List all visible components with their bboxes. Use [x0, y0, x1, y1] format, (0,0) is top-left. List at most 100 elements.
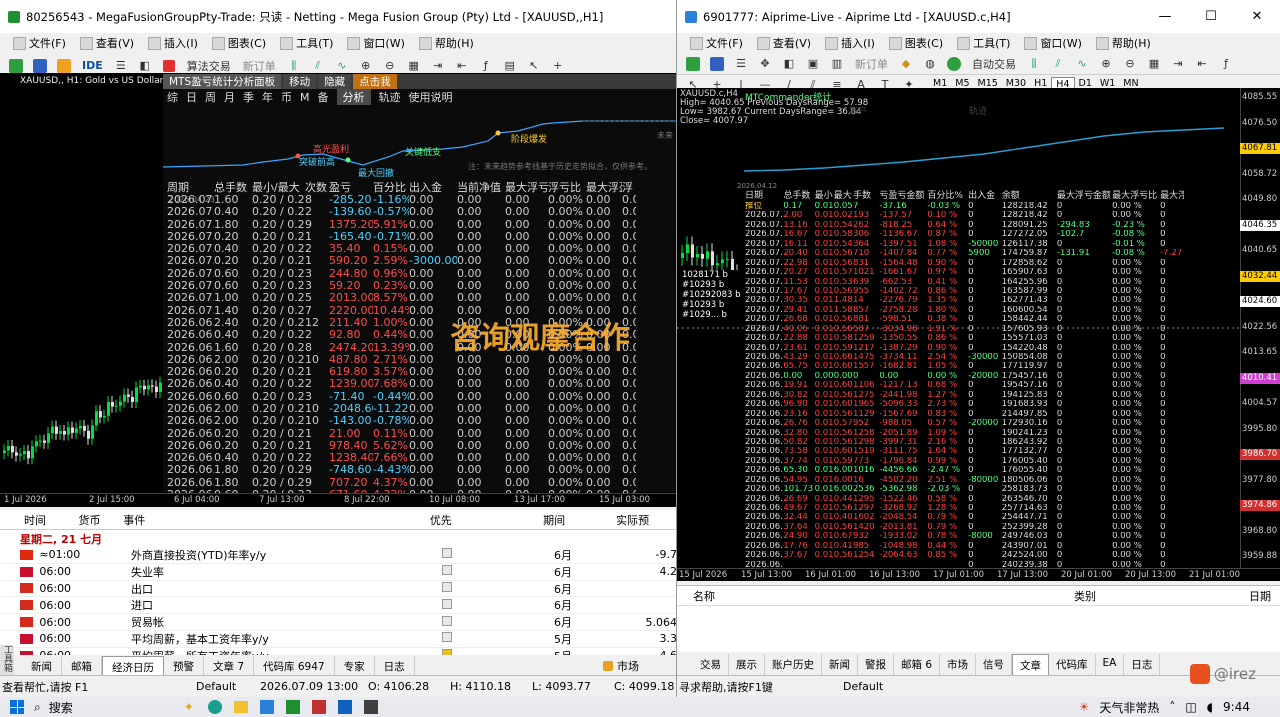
calendar-column-header[interactable]: 实际 [565, 512, 638, 528]
metatrader5-icon[interactable] [285, 700, 300, 714]
clock[interactable]: 9:44 [1223, 700, 1250, 714]
mts-subtab[interactable]: 日 [182, 89, 201, 105]
bottom-tab[interactable]: 交易 [693, 654, 729, 676]
calendar-column-header[interactable]: 预 [638, 512, 676, 528]
calendar-column-header[interactable]: 优先 [430, 512, 500, 528]
menu-item[interactable]: 图表(C) [205, 35, 273, 51]
calendar-event-row[interactable]: 06:00 平均周薪，基本工资年率y/y 5月 3.3 [0, 631, 676, 648]
col-date[interactable]: 日期 [1249, 588, 1271, 604]
menu-item[interactable]: 帮助(H) [412, 35, 481, 51]
bottom-tab[interactable]: 展示 [729, 654, 765, 676]
market-watch-icon[interactable]: ☰ [731, 54, 751, 74]
tester-icon[interactable]: ▥ [827, 54, 847, 74]
indicators-icon[interactable]: ƒ [1216, 54, 1236, 74]
weather-icon[interactable]: ☀ [1079, 700, 1090, 714]
menu-item[interactable]: 帮助(H) [1089, 35, 1158, 51]
mts-subtab[interactable]: M [296, 91, 314, 104]
menu-item[interactable]: 文件(F) [683, 35, 750, 51]
mts-subtab[interactable]: 月 [220, 89, 239, 105]
app-icon-4[interactable] [363, 700, 378, 714]
menu-item[interactable]: 窗口(W) [340, 35, 411, 51]
left-chart[interactable]: XAUUSD,, H1: Gold vs US Dollar / Sp MTS盈… [0, 73, 676, 507]
maximize-button[interactable]: ☐ [1188, 9, 1234, 24]
mts-tab[interactable]: 移动 [283, 74, 317, 89]
autoscroll-icon[interactable]: ⇤ [1192, 54, 1212, 74]
metatrader-icon[interactable] [259, 700, 274, 714]
calendar-event-row[interactable]: 06:00平均周薪，所有工资年率y/y 5月4.6 [0, 648, 676, 655]
mts-subtab[interactable]: 备 [314, 89, 333, 105]
mts-tab[interactable]: 点击我 [353, 74, 397, 89]
menu-item[interactable]: 插入(I) [818, 35, 882, 51]
new-chart-icon[interactable] [683, 54, 703, 74]
app-icon-2[interactable] [311, 700, 326, 714]
candle-icon[interactable]: ⫽ [1048, 54, 1068, 74]
taskbar-search[interactable]: 搜索 [49, 699, 184, 716]
calendar-event-row[interactable]: 06:00 进口 6月 [0, 597, 676, 615]
bottom-tab[interactable]: EA [1096, 654, 1125, 676]
market-button[interactable]: 市场 [603, 658, 639, 674]
zoom-in-icon[interactable]: ⊕ [1096, 54, 1116, 74]
bottom-tab[interactable]: 信号 [976, 654, 1013, 676]
mts-subtab[interactable]: 周 [201, 89, 220, 105]
mts-subtab[interactable]: 币 [277, 89, 296, 105]
calendar-event-row[interactable]: ≈01:00 外商直接投资(YTD)年率y/y 6月 -9.7 [0, 547, 676, 564]
start-icon[interactable] [10, 700, 24, 714]
mts-subtab[interactable]: 分析 [336, 89, 371, 105]
bottom-tab[interactable]: 邮箱 6 [894, 654, 941, 676]
weather-text[interactable]: 天气非常热 [1099, 699, 1159, 716]
file-explorer-icon[interactable] [233, 701, 248, 713]
volume-icon[interactable]: ◖ [1207, 700, 1213, 714]
bottom-tab[interactable]: 日志 [1124, 654, 1161, 676]
menu-item[interactable]: 文件(F) [6, 35, 73, 51]
tile-icon[interactable]: ▦ [1144, 54, 1164, 74]
zoom-out-icon[interactable]: ⊖ [1120, 54, 1140, 74]
autotrade-icon[interactable] [944, 54, 964, 74]
globe-icon[interactable]: ◍ [920, 54, 940, 74]
calendar-column-header[interactable]: 时间 [0, 512, 79, 528]
col-name[interactable]: 名称 [677, 588, 1074, 604]
bottom-tab[interactable]: 代码库 [1049, 654, 1096, 676]
bottom-tab[interactable]: 市场 [940, 654, 977, 676]
mts-subtab[interactable]: 使用说明 [405, 89, 457, 105]
mts-subtab[interactable]: 轨迹 [375, 89, 405, 105]
tray-arrow-icon[interactable]: ˄ [1169, 700, 1175, 714]
bottom-tab[interactable]: 账户历史 [765, 654, 822, 676]
calendar-event-row[interactable]: 06:00 失业率 6月 4.2 [0, 564, 676, 581]
search-icon[interactable]: ⌕ [34, 700, 41, 715]
col-category[interactable]: 类别 [1074, 588, 1249, 604]
right-chart[interactable]: XAUUSD.c,H4 High= 4040.65 Previous DaysR… [677, 88, 1280, 581]
menu-item[interactable]: 工具(T) [273, 35, 340, 51]
bottom-tab[interactable]: 新闻 [822, 654, 858, 676]
line-chart-icon[interactable]: ∿ [1072, 54, 1092, 74]
terminal-icon[interactable]: ▣ [803, 54, 823, 74]
bottom-tab[interactable]: 警报 [858, 654, 894, 676]
menu-item[interactable]: 插入(I) [141, 35, 205, 51]
calendar-event-row[interactable]: 06:00 贸易帐 6月 5.064 [0, 614, 676, 631]
calendar-column-header[interactable]: 事件 [123, 512, 430, 528]
menu-item[interactable]: 工具(T) [950, 35, 1017, 51]
scroll-icon[interactable]: ⇥ [1168, 54, 1188, 74]
navigator-icon[interactable]: ◧ [779, 54, 799, 74]
calendar-event-row[interactable]: 06:00 出口 6月 [0, 581, 676, 598]
crosshair-move-icon[interactable]: ✥ [755, 54, 775, 74]
app-icon-3[interactable] [337, 700, 352, 714]
profiles-icon[interactable] [707, 54, 727, 74]
edge-icon[interactable] [207, 700, 222, 714]
autotrade-button[interactable]: 自动交易 [968, 54, 1020, 74]
mts-subtab[interactable]: 综 [163, 89, 182, 105]
calendar-column-header[interactable]: 货币 [79, 512, 124, 528]
bar-chart-icon[interactable]: ⫼ [1024, 54, 1044, 74]
calendar-column-header[interactable]: 期间 [500, 512, 565, 528]
mts-subtab[interactable]: 年 [258, 89, 277, 105]
close-button[interactable]: ✕ [1234, 9, 1280, 24]
menu-item[interactable]: 查看(V) [73, 35, 141, 51]
copilot-icon[interactable]: ✦ [184, 700, 194, 714]
menu-item[interactable]: 窗口(W) [1017, 35, 1088, 51]
network-icon[interactable]: ◫ [1185, 700, 1196, 714]
menu-item[interactable]: 查看(V) [750, 35, 818, 51]
mts-subtab[interactable]: 季 [239, 89, 258, 105]
menu-item[interactable]: 图表(C) [882, 35, 950, 51]
minimize-button[interactable]: — [1142, 9, 1188, 24]
tag-icon[interactable]: ◆ [896, 54, 916, 74]
mts-tab[interactable]: MTS盈亏统计分析面板 [163, 74, 282, 89]
